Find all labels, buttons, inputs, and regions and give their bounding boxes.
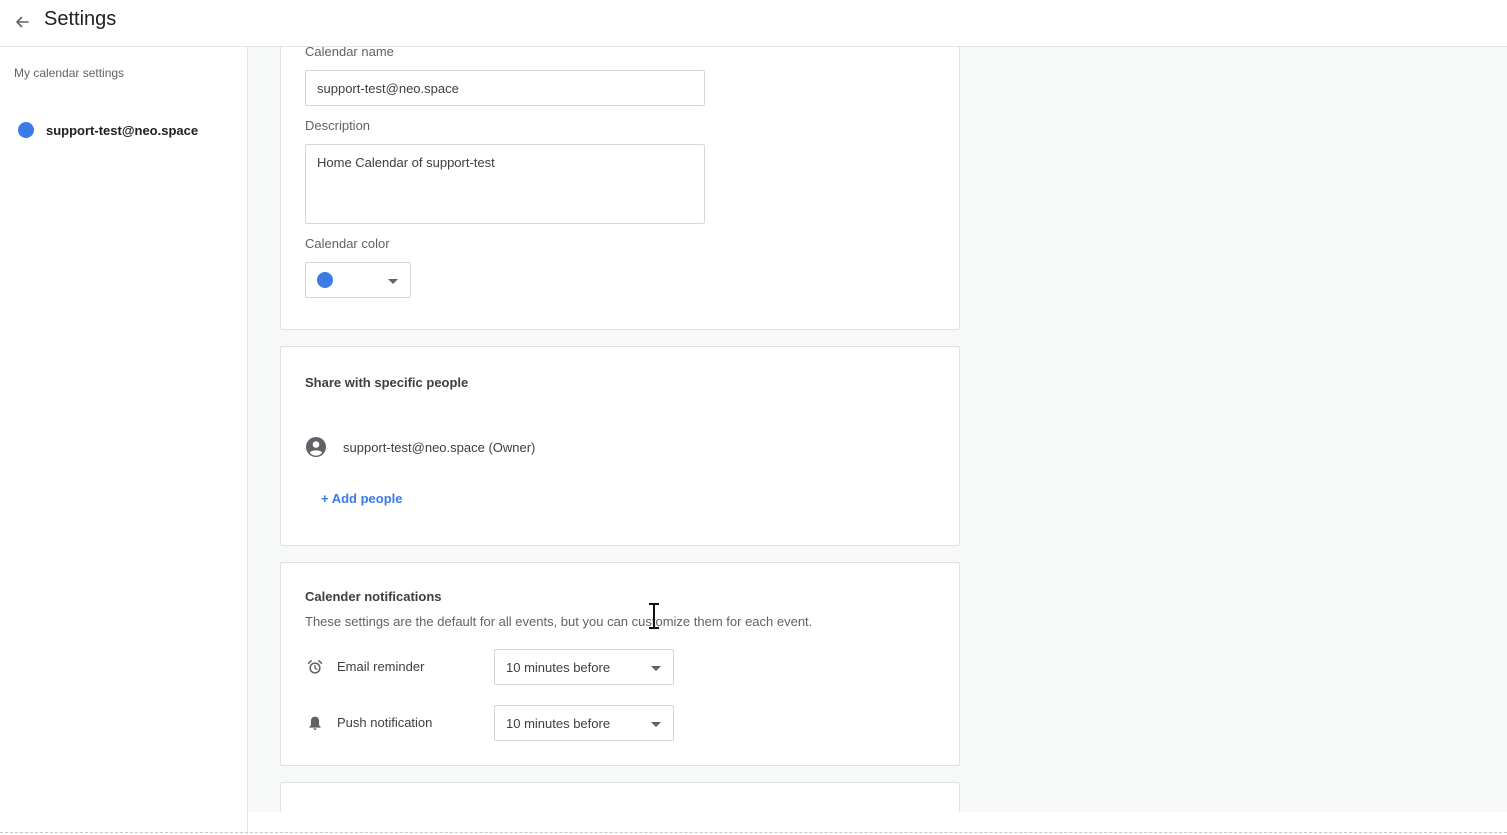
calendar-color-label: Calendar color (305, 236, 390, 251)
bottom-divider (0, 832, 1507, 833)
selected-color-dot-icon (317, 272, 333, 288)
email-reminder-select[interactable]: 10 minutes before (494, 649, 674, 685)
owner-row: support-test@neo.space (Owner) (305, 435, 535, 459)
notifications-description: These settings are the default for all e… (305, 614, 813, 629)
arrow-left-icon (16, 16, 29, 28)
push-notification-value: 10 minutes before (506, 716, 611, 731)
share-title: Share with specific people (305, 375, 469, 390)
sidebar: My calendar settings support-test@neo.sp… (0, 47, 248, 835)
calendar-details-card: Calendar name Description Home Calendar … (280, 47, 960, 330)
push-notification-row: Push notification 10 minutes before (305, 705, 685, 741)
chevron-down-icon (651, 666, 661, 671)
calendar-color-select[interactable] (305, 262, 411, 298)
top-bar: Settings (0, 0, 1507, 47)
calendar-name-input[interactable] (305, 70, 705, 106)
push-notification-label: Push notification (337, 715, 433, 730)
chevron-down-icon (388, 279, 398, 284)
calendar-color-dot-icon (18, 122, 34, 138)
back-button[interactable] (10, 10, 34, 34)
sidebar-item-label: support-test@neo.space (46, 122, 199, 138)
main-content[interactable]: Calendar name Description Home Calendar … (248, 47, 1507, 812)
next-settings-card (280, 782, 960, 812)
owner-email: support-test@neo.space (Owner) (343, 439, 536, 455)
notifications-card: Calender notifications These settings ar… (280, 562, 960, 766)
description-input[interactable]: Home Calendar of support-test (305, 144, 705, 224)
sidebar-heading: My calendar settings (14, 66, 125, 80)
bell-icon (309, 716, 321, 730)
calendar-name-label: Calendar name (305, 47, 394, 59)
account-circle-icon (306, 437, 326, 457)
page-title: Settings (44, 8, 117, 30)
share-card: Share with specific people support-test@… (280, 346, 960, 546)
email-reminder-row: Email reminder 10 minutes before (305, 649, 685, 685)
description-label: Description (305, 118, 371, 133)
email-reminder-value: 10 minutes before (506, 660, 611, 675)
text-cursor-icon (649, 603, 659, 629)
chevron-down-icon (651, 722, 661, 727)
alarm-clock-icon (307, 660, 323, 674)
add-people-button[interactable]: + Add people (321, 491, 403, 506)
notifications-title: Calender notifications (305, 589, 442, 604)
email-reminder-label: Email reminder (337, 659, 425, 674)
push-notification-select[interactable]: 10 minutes before (494, 705, 674, 741)
sidebar-item-support-test[interactable]: support-test@neo.space (0, 115, 247, 145)
